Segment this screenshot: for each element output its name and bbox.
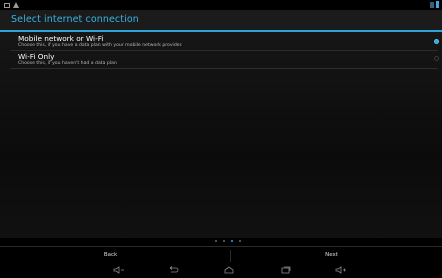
status-left-icons xyxy=(4,1,19,9)
page-title: Select internet connection xyxy=(11,14,139,25)
button-row: Back Next xyxy=(0,246,442,264)
option-title: Wi-Fi Only xyxy=(18,52,55,61)
divider xyxy=(10,68,438,69)
next-button[interactable]: Next xyxy=(221,247,442,264)
gallery-notification-icon xyxy=(4,2,10,8)
navigation-bar xyxy=(0,264,442,278)
page-indicator xyxy=(215,240,241,242)
radio-mobile-or-wifi[interactable] xyxy=(434,39,439,44)
back-nav-icon[interactable] xyxy=(166,266,180,276)
title-bar: Select internet connection xyxy=(0,10,442,32)
page-dot xyxy=(223,240,225,242)
option-mobile-or-wifi[interactable]: Mobile network or Wi-Fi Choose this, if … xyxy=(18,34,428,49)
page-dot xyxy=(239,240,241,242)
warning-notification-icon xyxy=(13,2,19,8)
radio-wifi-only[interactable] xyxy=(434,56,439,61)
content-area: Mobile network or Wi-Fi Choose this, if … xyxy=(0,32,442,238)
status-right-icons xyxy=(430,1,439,8)
signal-icon xyxy=(430,1,434,8)
option-title: Mobile network or Wi-Fi xyxy=(18,34,104,43)
page-dot-active xyxy=(231,240,233,242)
home-nav-icon[interactable] xyxy=(222,266,236,276)
option-wifi-only[interactable]: Wi-Fi Only Choose this, if you haven't h… xyxy=(18,52,428,67)
back-button[interactable]: Back xyxy=(0,247,221,264)
volume-down-icon[interactable] xyxy=(112,266,126,276)
volume-up-icon[interactable] xyxy=(334,266,348,276)
battery-icon xyxy=(436,1,439,8)
option-description: Choose this, if you have a data plan wit… xyxy=(18,43,183,48)
divider xyxy=(10,50,438,51)
recent-apps-icon[interactable] xyxy=(279,266,293,276)
option-description: Choose this, if you haven't had a data p… xyxy=(18,61,117,66)
page-dot xyxy=(215,240,217,242)
status-bar xyxy=(0,0,442,10)
